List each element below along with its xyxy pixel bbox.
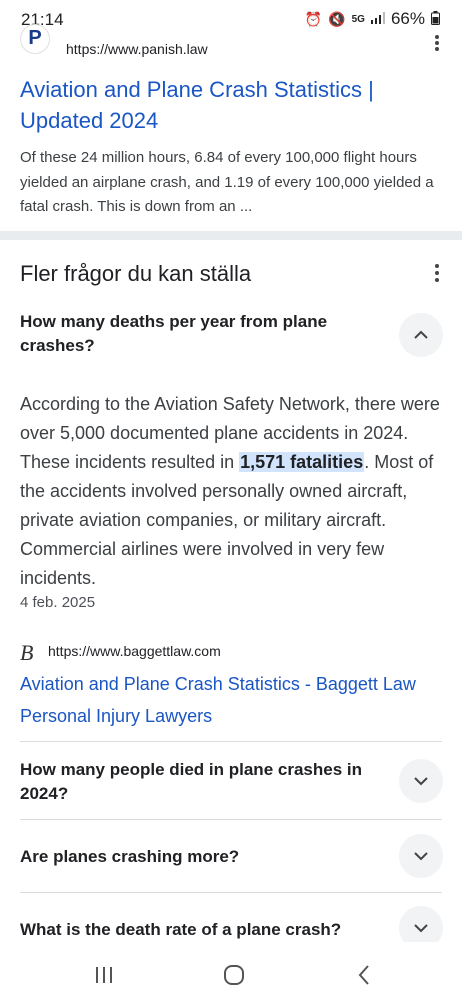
- more-vert-icon[interactable]: [434, 34, 440, 52]
- home-icon[interactable]: [219, 960, 249, 990]
- system-nav-bar: [0, 950, 462, 1000]
- back-icon[interactable]: [349, 960, 379, 990]
- divider: [20, 892, 442, 893]
- answer-source-row[interactable]: B https://www.baggettlaw.com: [20, 640, 440, 665]
- result-snippet: Of these 24 million hours, 6.84 of every…: [20, 149, 434, 215]
- answer-text-after: . Most of the accidents involved persona…: [20, 452, 434, 588]
- paa-question-expanded[interactable]: How many deaths per year from plane cras…: [20, 310, 360, 358]
- alarm-icon: ⏰: [304, 10, 323, 27]
- more-vert-icon[interactable]: [434, 264, 440, 284]
- answer-date: 4 feb. 2025: [20, 594, 96, 611]
- network-icon: 5G: [351, 13, 365, 25]
- mute-icon: 🔇: [328, 10, 346, 27]
- paa-answer: According to the Aviation Safety Network…: [20, 390, 440, 593]
- divider: [20, 819, 442, 820]
- battery-icon: [431, 10, 440, 28]
- site-favicon: P: [20, 24, 50, 54]
- source-title-link[interactable]: Aviation and Plane Crash Statistics - Ba…: [20, 668, 445, 732]
- section-divider: [0, 231, 462, 240]
- result-title-link[interactable]: Aviation and Plane Crash Statistics | Up…: [20, 74, 440, 136]
- paa-question[interactable]: What is the death rate of a plane crash?: [20, 918, 380, 942]
- divider: [20, 741, 442, 742]
- recent-apps-icon[interactable]: [89, 960, 119, 990]
- chevron-up-icon[interactable]: [399, 313, 443, 357]
- chevron-down-icon[interactable]: [399, 834, 443, 878]
- paa-heading: Fler frågor du kan ställa: [20, 261, 252, 286]
- chevron-down-icon[interactable]: [399, 759, 443, 803]
- result-source-row[interactable]: P https://www.panish.law: [20, 24, 442, 58]
- source-favicon: B: [20, 640, 34, 665]
- signal-icon: [370, 11, 385, 27]
- result-url: https://www.panish.law: [66, 41, 208, 57]
- answer-highlight: 1,571 fatalities: [239, 452, 365, 472]
- status-icons: ⏰ 🔇 5G 66%: [305, 9, 440, 29]
- paa-question[interactable]: How many people died in plane crashes in…: [20, 758, 380, 806]
- paa-question[interactable]: Are planes crashing more?: [20, 845, 380, 869]
- source-url: https://www.baggettlaw.com: [48, 643, 221, 659]
- battery-level: 66%: [390, 9, 425, 28]
